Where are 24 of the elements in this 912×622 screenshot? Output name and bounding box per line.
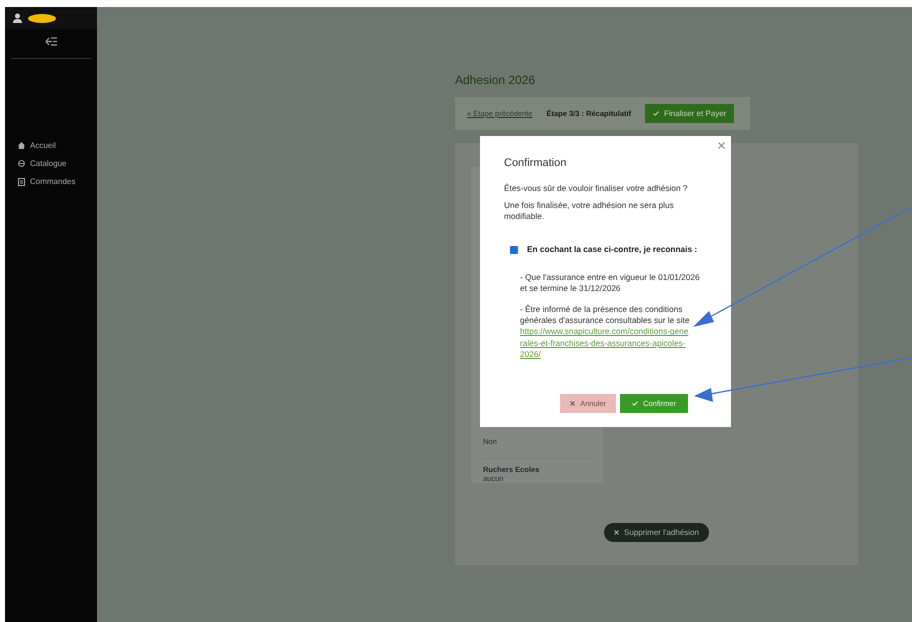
collapse-menu-icon[interactable] — [45, 37, 57, 46]
close-icon[interactable] — [718, 142, 725, 149]
coverage-text: - Que l'assurance entre en vigueur le 01/01/2026 et se termine le 31/12/2026 — [520, 272, 701, 294]
check-icon — [653, 111, 660, 116]
sidebar-item[interactable]: Commandes — [18, 177, 97, 186]
conditions-link[interactable]: https://www.snapiculture.com/conditions-generales-et-franchises-des-assurances-apicoles-2026/ — [520, 326, 690, 360]
sidebar-item[interactable]: Accueil — [18, 141, 97, 150]
checkbox[interactable] — [510, 246, 518, 254]
check-icon — [632, 400, 638, 406]
checkbox-label: En cochant la case ci-contre, je reconnais : — [527, 244, 698, 256]
home-icon — [18, 142, 25, 149]
sidebar-item[interactable]: Catalogue — [18, 159, 97, 168]
question-text: Êtes-vous sûr de vouloir finaliser votre adhésion ? — [504, 182, 689, 194]
finalize-pay-button[interactable]: Finaliser et Payer — [645, 104, 734, 123]
delete-button[interactable]: Supprimer l'adhésion — [604, 523, 709, 542]
warning-text: Une fois finalisée, votre adhésion ne sera plus modifiable. — [504, 200, 675, 222]
conditions-text: - Être informé de la présence des conditions générales d'assurance consultables sur le site — [520, 304, 690, 326]
user-icon — [13, 13, 22, 23]
redaction-mark — [28, 14, 56, 22]
dialog-title: Confirmation — [504, 156, 568, 171]
close-icon — [614, 530, 620, 535]
document-icon — [18, 178, 25, 186]
page-title: Adhesion 2026 — [455, 73, 536, 87]
close-icon — [570, 400, 576, 406]
